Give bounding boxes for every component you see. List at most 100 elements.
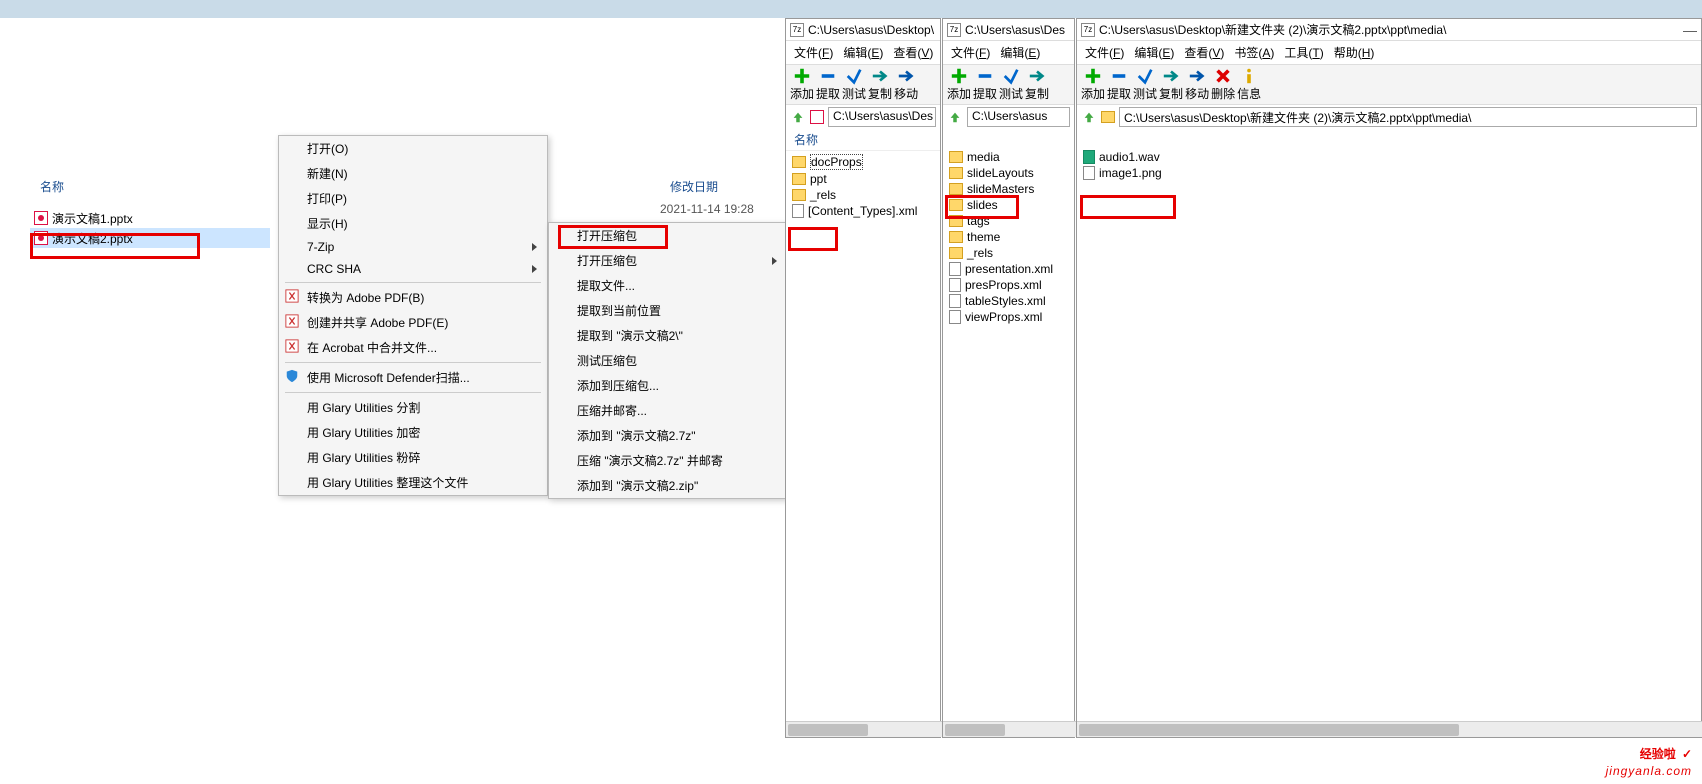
path-field[interactable]: C:\Users\asus bbox=[967, 107, 1070, 127]
menu-crc-sha[interactable]: CRC SHA bbox=[279, 258, 547, 280]
tool-test[interactable]: 测试 bbox=[999, 67, 1023, 102]
submenu-add-7z[interactable]: 添加到 "演示文稿2.7z" bbox=[549, 423, 787, 448]
file-list: media slideLayouts slideMasters slides t… bbox=[943, 147, 1074, 327]
column-header-name[interactable]: 名称 bbox=[786, 129, 940, 151]
path-field[interactable]: C:\Users\asus\Desktop\新建文件夹 (2)\演示文稿2.pp… bbox=[1119, 107, 1697, 127]
file-row-selected[interactable]: 演示文稿2.pptx bbox=[30, 228, 270, 248]
folder-icon bbox=[949, 167, 963, 179]
list-item[interactable]: tableStyles.xml bbox=[947, 293, 1070, 309]
submenu-extract-files[interactable]: 提取文件... bbox=[549, 273, 787, 298]
menu-glary-defrag[interactable]: 用 Glary Utilities 整理这个文件 bbox=[279, 470, 547, 495]
tool-add[interactable]: 添加 bbox=[947, 67, 971, 102]
menu-adobe-pdf[interactable]: 转换为 Adobe PDF(B) bbox=[279, 285, 547, 310]
menu-new[interactable]: 新建(N) bbox=[279, 161, 547, 186]
tool-extract[interactable]: 提取 bbox=[973, 67, 997, 102]
list-item[interactable]: media bbox=[947, 149, 1070, 165]
menu-tools[interactable]: 工具(T) bbox=[1282, 43, 1325, 62]
tool-info[interactable]: 信息 bbox=[1237, 67, 1261, 102]
tool-move[interactable]: 移动 bbox=[1185, 67, 1209, 102]
menu-acrobat-merge[interactable]: 在 Acrobat 中合并文件... bbox=[279, 335, 547, 360]
list-item[interactable]: tags bbox=[947, 213, 1070, 229]
submenu-extract-here[interactable]: 提取到当前位置 bbox=[549, 298, 787, 323]
list-item[interactable]: image1.png bbox=[1081, 165, 1697, 181]
tool-copy[interactable]: 复制 bbox=[1159, 67, 1183, 102]
list-item[interactable]: slideMasters bbox=[947, 181, 1070, 197]
toolbar: 添加 提取 测试 复制 移动 删除 信息 bbox=[1077, 64, 1701, 105]
list-item[interactable]: viewProps.xml bbox=[947, 309, 1070, 325]
menu-adobe-share[interactable]: 创建并共享 Adobe PDF(E) bbox=[279, 310, 547, 335]
menu-print[interactable]: 打印(P) bbox=[279, 186, 547, 211]
submenu-extract-to[interactable]: 提取到 "演示文稿2\" bbox=[549, 323, 787, 348]
menu-7zip[interactable]: 7-Zip bbox=[279, 236, 547, 258]
pptx-icon bbox=[810, 110, 824, 124]
folder-icon bbox=[949, 231, 963, 243]
menu-bar: 文件(F) 编辑(E) 查看(V) bbox=[786, 41, 940, 64]
menu-bookmark[interactable]: 书签(A) bbox=[1232, 43, 1276, 62]
menu-show[interactable]: 显示(H) bbox=[279, 211, 547, 236]
tool-add[interactable]: 添加 bbox=[790, 67, 814, 102]
submenu-compress-mail[interactable]: 压缩并邮寄... bbox=[549, 398, 787, 423]
tool-delete[interactable]: 删除 bbox=[1211, 67, 1235, 102]
list-item[interactable]: presentation.xml bbox=[947, 261, 1070, 277]
list-item[interactable]: audio1.wav bbox=[1081, 149, 1697, 165]
submenu-open-archive[interactable]: 打开压缩包 bbox=[549, 223, 787, 248]
tool-copy[interactable]: 复制 bbox=[1025, 67, 1049, 102]
menu-view[interactable]: 查看(V) bbox=[891, 43, 935, 62]
submenu-add-archive[interactable]: 添加到压缩包... bbox=[549, 373, 787, 398]
column-header-date[interactable]: 修改日期 bbox=[670, 178, 718, 195]
submenu-7zip: 打开压缩包 打开压缩包 提取文件... 提取到当前位置 提取到 "演示文稿2\"… bbox=[548, 222, 788, 499]
menu-help[interactable]: 帮助(H) bbox=[1332, 43, 1377, 62]
tool-extract[interactable]: 提取 bbox=[816, 67, 840, 102]
window-title-bar[interactable]: 7z C:\Users\asus\Des bbox=[943, 19, 1074, 41]
file-row[interactable]: 演示文稿1.pptx bbox=[30, 208, 270, 228]
menu-edit[interactable]: 编辑(E) bbox=[998, 43, 1042, 62]
tool-test[interactable]: 测试 bbox=[1133, 67, 1157, 102]
tool-move[interactable]: 移动 bbox=[894, 67, 918, 102]
window-title-bar[interactable]: 7z C:\Users\asus\Desktop\ bbox=[786, 19, 940, 41]
list-item[interactable]: docProps bbox=[790, 153, 936, 171]
menu-view[interactable]: 查看(V) bbox=[1182, 43, 1226, 62]
submenu-compress-7z-mail[interactable]: 压缩 "演示文稿2.7z" 并邮寄 bbox=[549, 448, 787, 473]
minimize-button[interactable]: — bbox=[1683, 22, 1697, 38]
file-name: 演示文稿2.pptx bbox=[52, 230, 133, 247]
path-field[interactable]: C:\Users\asus\Des bbox=[828, 107, 936, 127]
tool-test[interactable]: 测试 bbox=[842, 67, 866, 102]
list-item[interactable]: _rels bbox=[790, 187, 936, 203]
scrollbar-thumb[interactable] bbox=[1079, 724, 1459, 736]
list-item[interactable]: slideLayouts bbox=[947, 165, 1070, 181]
up-button[interactable] bbox=[947, 109, 963, 125]
menu-file[interactable]: 文件(F) bbox=[792, 43, 835, 62]
folder-icon bbox=[792, 156, 806, 168]
up-button[interactable] bbox=[790, 109, 806, 125]
list-item[interactable]: slides bbox=[947, 197, 1070, 213]
submenu-test-archive[interactable]: 测试压缩包 bbox=[549, 348, 787, 373]
submenu-add-zip[interactable]: 添加到 "演示文稿2.zip" bbox=[549, 473, 787, 498]
column-header-name[interactable]: 名称 bbox=[40, 178, 64, 195]
menu-file[interactable]: 文件(F) bbox=[949, 43, 992, 62]
menu-glary-encrypt[interactable]: 用 Glary Utilities 加密 bbox=[279, 420, 547, 445]
scrollbar-thumb[interactable] bbox=[788, 724, 868, 736]
path-bar: C:\Users\asus bbox=[943, 105, 1074, 129]
menu-edit[interactable]: 编辑(E) bbox=[841, 43, 885, 62]
menu-glary-split[interactable]: 用 Glary Utilities 分割 bbox=[279, 395, 547, 420]
horizontal-scrollbar[interactable] bbox=[1077, 721, 1702, 737]
list-item[interactable]: [Content_Types].xml bbox=[790, 203, 936, 219]
menu-glary-shred[interactable]: 用 Glary Utilities 粉碎 bbox=[279, 445, 547, 470]
list-item[interactable]: _rels bbox=[947, 245, 1070, 261]
menu-file[interactable]: 文件(F) bbox=[1083, 43, 1126, 62]
menu-defender-scan[interactable]: 使用 Microsoft Defender扫描... bbox=[279, 365, 547, 390]
list-item[interactable]: ppt bbox=[790, 171, 936, 187]
menu-edit[interactable]: 编辑(E) bbox=[1132, 43, 1176, 62]
tool-extract[interactable]: 提取 bbox=[1107, 67, 1131, 102]
tool-add[interactable]: 添加 bbox=[1081, 67, 1105, 102]
horizontal-scrollbar[interactable] bbox=[786, 721, 942, 737]
submenu-open-archive-as[interactable]: 打开压缩包 bbox=[549, 248, 787, 273]
horizontal-scrollbar[interactable] bbox=[943, 721, 1076, 737]
scrollbar-thumb[interactable] bbox=[945, 724, 1005, 736]
up-button[interactable] bbox=[1081, 109, 1097, 125]
tool-copy[interactable]: 复制 bbox=[868, 67, 892, 102]
window-title-bar[interactable]: 7z C:\Users\asus\Desktop\新建文件夹 (2)\演示文稿2… bbox=[1077, 19, 1701, 41]
menu-open[interactable]: 打开(O) bbox=[279, 136, 547, 161]
list-item[interactable]: theme bbox=[947, 229, 1070, 245]
list-item[interactable]: presProps.xml bbox=[947, 277, 1070, 293]
